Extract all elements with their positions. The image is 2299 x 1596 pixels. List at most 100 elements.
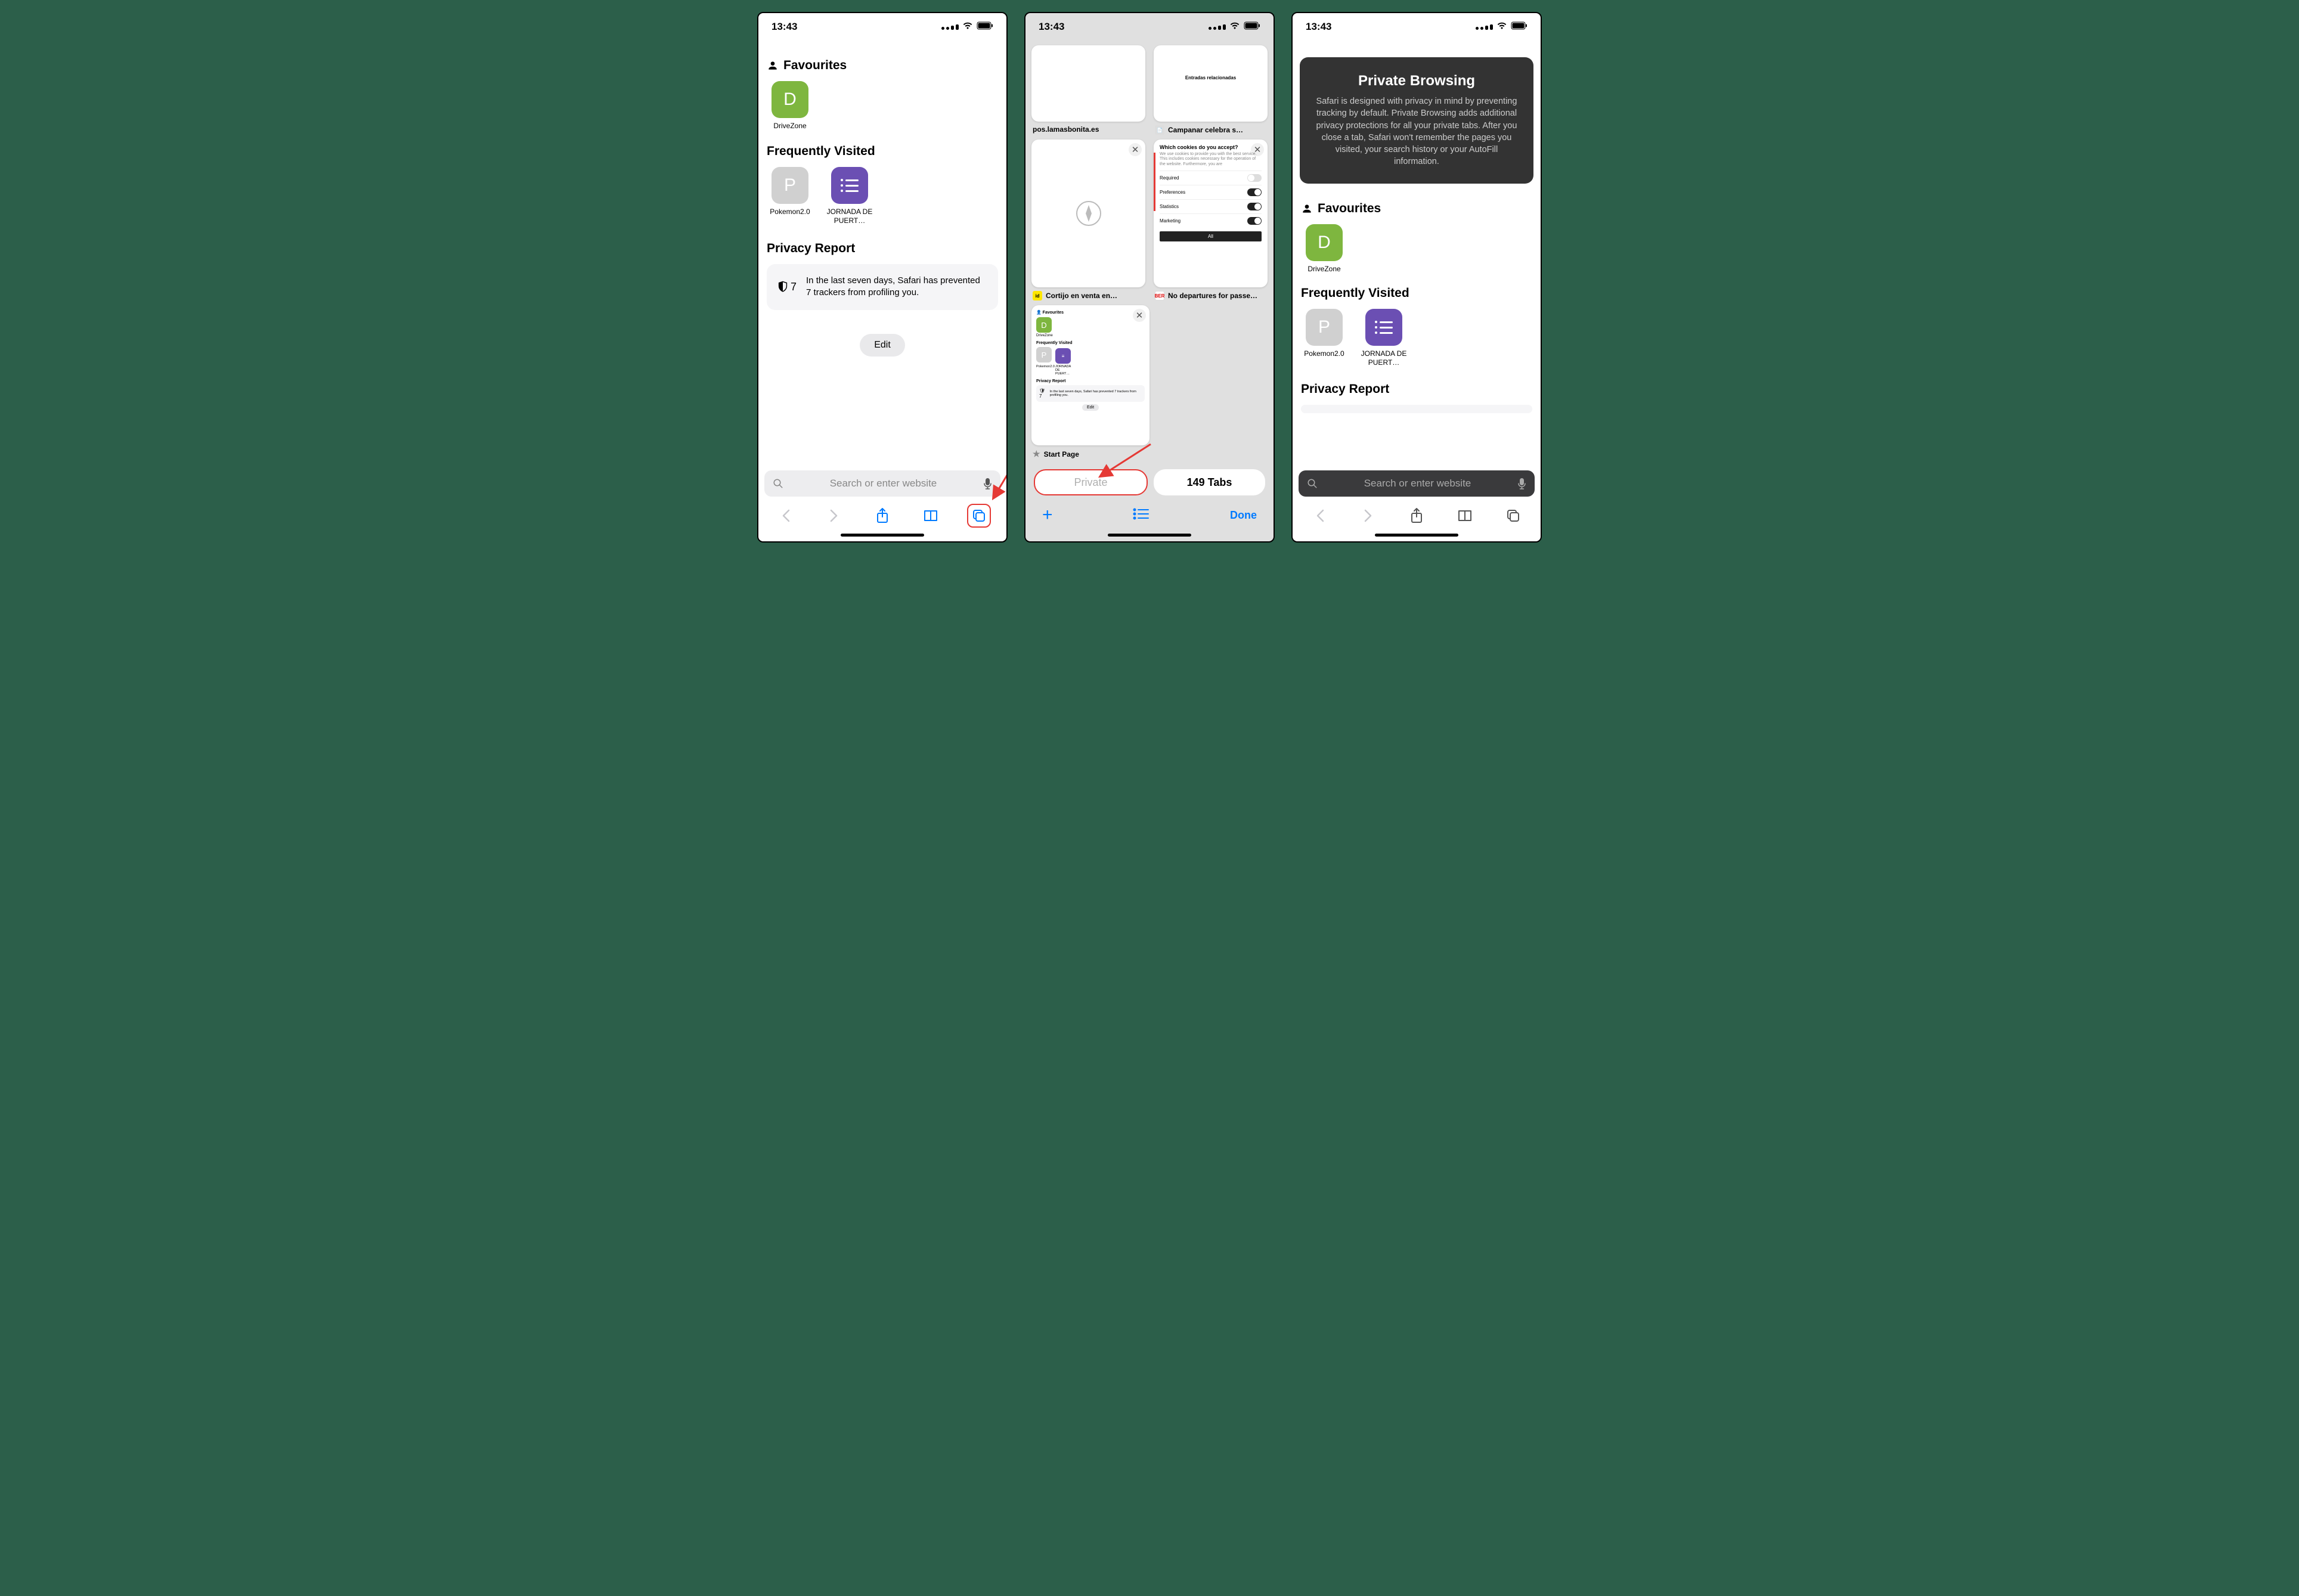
tab-card-startpage[interactable]: ✕ 👤 Favourites D DriveZone Frequently Vi… (1031, 305, 1150, 459)
star-icon: ★ (1033, 449, 1040, 459)
tab-favicon: 📄 (1155, 125, 1164, 135)
favourites-header: Favourites (767, 58, 998, 73)
toggle (1247, 174, 1262, 182)
scroll-indicator (1154, 153, 1155, 211)
favourite-label: DriveZone (1301, 265, 1347, 273)
close-tab-button[interactable]: ✕ (1251, 143, 1264, 156)
freq-label: Pokemon2.0 (1301, 349, 1347, 358)
battery-icon (1244, 21, 1260, 33)
private-mode-pill[interactable]: Private (1034, 469, 1148, 495)
tab-title: 📄 Campanar celebra s… (1154, 125, 1268, 135)
home-indicator (1375, 534, 1458, 537)
forward-button[interactable] (822, 504, 846, 528)
address-bar[interactable]: Search or enter website (1299, 470, 1535, 497)
tab-title: pos.lamasbonita.es (1031, 125, 1145, 134)
frequently-visited-row: P Pokemon2.0 JORNADA DE PUERT… (767, 167, 998, 225)
status-time: 13:43 (1306, 21, 1331, 33)
tab-favicon: BER (1155, 291, 1164, 300)
done-button[interactable]: Done (1230, 509, 1257, 522)
tab-row: pos.lamasbonita.es Entradas relacionadas… (1031, 45, 1268, 135)
freq-label: JORNADA DE PUERT… (826, 207, 873, 225)
share-button[interactable] (1405, 504, 1429, 528)
search-placeholder: Search or enter website (789, 478, 977, 489)
list-icon (841, 179, 859, 192)
freq-item-jornada[interactable]: JORNADA DE PUERT… (1361, 309, 1407, 367)
battery-icon (1511, 21, 1527, 33)
frequently-visited-title: Frequently Visited (1301, 286, 1409, 300)
phone-panel-3: 13:43 Private Browsing Safari is designe… (1291, 12, 1542, 543)
tab-title: ★ Start Page (1031, 449, 1150, 459)
status-icons (941, 21, 993, 33)
mic-icon[interactable] (1517, 478, 1526, 489)
privacy-report-header: Privacy Report (767, 241, 998, 256)
favourites-row: D DriveZone (767, 81, 998, 130)
freq-label: JORNADA DE PUERT… (1361, 349, 1407, 367)
freq-tile (1365, 309, 1402, 346)
privacy-report-title: Privacy Report (1301, 382, 1389, 396)
compass-icon (1076, 200, 1102, 227)
freq-tile: P (1306, 309, 1343, 346)
status-bar: 13:43 (758, 13, 1006, 41)
status-bar: 13:43 (1293, 13, 1541, 41)
frequently-visited-row: P Pokemon2.0 JORNADA DE PUERT… (1301, 309, 1532, 367)
status-time: 13:43 (772, 21, 797, 33)
favourites-title: Favourites (1318, 202, 1381, 216)
tab-grid[interactable]: pos.lamasbonita.es Entradas relacionadas… (1025, 41, 1274, 469)
freq-item-jornada[interactable]: JORNADA DE PUERT… (826, 167, 873, 225)
phone-panel-2: 13:43 pos.lamasbonita.es Entradas relaci… (1024, 12, 1275, 543)
tab-mode-switcher: Private 149 Tabs (1025, 469, 1274, 499)
freq-tile (831, 167, 868, 204)
tab-thumb: Entradas relacionadas (1154, 45, 1268, 122)
cellular-icon (941, 24, 959, 30)
tabs-count-pill[interactable]: 149 Tabs (1154, 469, 1265, 495)
privacy-report-card[interactable]: 7 In the last seven days, Safari has pre… (767, 264, 998, 310)
frequently-visited-header: Frequently Visited (1301, 286, 1532, 300)
tab-row: ✕ 👤 Favourites D DriveZone Frequently Vi… (1031, 305, 1150, 459)
cellular-icon (1476, 24, 1493, 30)
tab-thumb: ✕ Which cookies do you accept? We use co… (1154, 140, 1268, 287)
private-browsing-title: Private Browsing (1312, 73, 1522, 89)
share-button[interactable] (870, 504, 894, 528)
bottom-toolbar (758, 500, 1006, 531)
status-icons (1476, 21, 1527, 33)
tabs-button[interactable] (1501, 504, 1525, 528)
privacy-report-title: Privacy Report (767, 241, 855, 256)
bookmarks-button[interactable] (919, 504, 943, 528)
mic-icon[interactable] (983, 478, 992, 489)
person-icon (767, 60, 779, 72)
person-icon (1301, 203, 1313, 215)
tab-card-lamasbonita[interactable]: pos.lamasbonita.es (1031, 45, 1145, 135)
edit-button[interactable]: Edit (860, 334, 905, 357)
tab-card-campanar[interactable]: Entradas relacionadas 📄 Campanar celebra… (1154, 45, 1268, 135)
forward-button[interactable] (1356, 504, 1380, 528)
search-placeholder: Search or enter website (1324, 478, 1511, 489)
private-browsing-body: Safari is designed with privacy in mind … (1312, 95, 1522, 168)
close-tab-button[interactable]: ✕ (1129, 143, 1142, 156)
toggle (1247, 217, 1262, 225)
freq-item-pokemon[interactable]: P Pokemon2.0 (767, 167, 813, 225)
privacy-card-peek (1301, 405, 1532, 413)
tab-thumb: ✕ (1031, 140, 1145, 287)
toggle (1247, 203, 1262, 210)
bookmarks-button[interactable] (1453, 504, 1477, 528)
home-indicator (1108, 534, 1191, 537)
start-page-content: Favourites D DriveZone Frequently Visite… (758, 41, 1006, 470)
favourite-item-drivezone[interactable]: D DriveZone (767, 81, 813, 130)
favourite-item-drivezone[interactable]: D DriveZone (1301, 224, 1347, 273)
bottom-toolbar (1293, 500, 1541, 531)
close-tab-button[interactable]: ✕ (1133, 309, 1146, 322)
tab-card-cortijo[interactable]: ✕ id Cortijo en venta en… (1031, 140, 1145, 300)
new-tab-button[interactable]: + (1042, 505, 1053, 525)
tab-groups-button[interactable] (1133, 508, 1150, 523)
freq-item-pokemon[interactable]: P Pokemon2.0 (1301, 309, 1347, 367)
search-icon (773, 478, 783, 489)
tab-favicon: id (1033, 291, 1042, 300)
back-button[interactable] (1308, 504, 1332, 528)
back-button[interactable] (774, 504, 798, 528)
favourites-row: D DriveZone (1301, 224, 1532, 273)
address-bar[interactable]: Search or enter website (764, 470, 1000, 497)
tab-card-departures[interactable]: ✕ Which cookies do you accept? We use co… (1154, 140, 1268, 300)
tabs-button[interactable] (967, 504, 991, 528)
toggle (1247, 188, 1262, 196)
wifi-icon (1496, 21, 1507, 33)
